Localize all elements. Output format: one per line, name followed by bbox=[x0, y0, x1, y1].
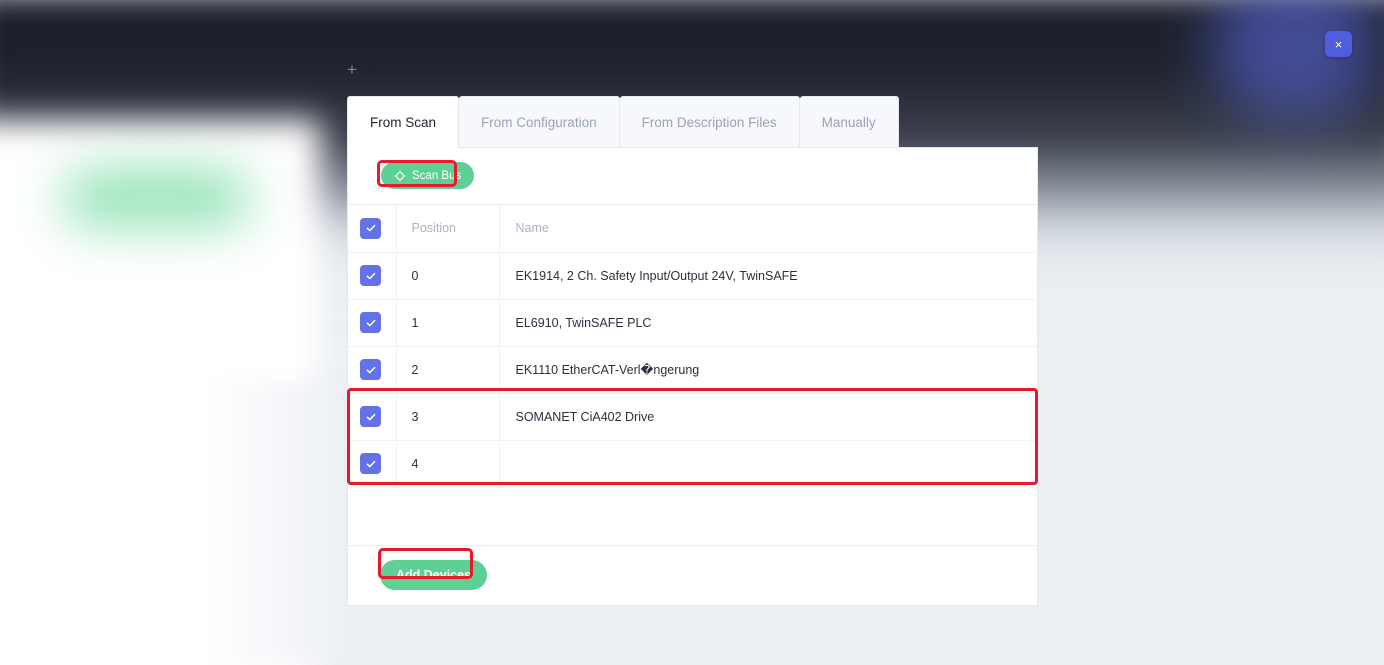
table-row[interactable]: 1 EL6910, TwinSAFE PLC bbox=[348, 299, 1037, 347]
row-name: SOMANET CiA402 Drive bbox=[499, 393, 1037, 441]
tab-manually[interactable]: Manually bbox=[799, 96, 899, 148]
row-select-cell bbox=[348, 299, 397, 347]
tab-from-description-files[interactable]: From Description Files bbox=[619, 96, 800, 148]
table-row[interactable]: 3 SOMANET CiA402 Drive bbox=[348, 393, 1037, 441]
page-title: + Add Devices bbox=[347, 56, 1038, 82]
tab-from-scan[interactable]: From Scan bbox=[347, 96, 460, 148]
row-name: EK1914, 2 Ch. Safety Input/Output 24V, T… bbox=[499, 252, 1037, 300]
row-select-cell bbox=[348, 440, 397, 488]
dialog-title-text: Add Devices bbox=[365, 60, 458, 78]
column-header-position[interactable]: Position bbox=[396, 205, 500, 253]
add-devices-label: Add Devices bbox=[396, 568, 472, 582]
row-position: 2 bbox=[396, 346, 500, 394]
row-checkbox[interactable] bbox=[360, 453, 381, 474]
row-name: EK1110 EtherCAT-Verl�ngerung bbox=[499, 346, 1037, 394]
row-position: 1 bbox=[396, 299, 500, 347]
row-checkbox[interactable] bbox=[360, 359, 381, 380]
column-header-name[interactable]: Name bbox=[499, 205, 1037, 253]
dialog-footer: Add Devices bbox=[348, 545, 1037, 605]
row-name bbox=[499, 440, 1037, 488]
row-checkbox[interactable] bbox=[360, 265, 381, 286]
app-root: × + Add Devices From Scan From Configura… bbox=[0, 0, 1384, 665]
scan-bus-button[interactable]: Scan Bus bbox=[381, 162, 475, 189]
dialog-body: Scan Bus Position Name 0 EK1914, 2 Ch. S… bbox=[347, 147, 1038, 606]
background-bottom-wash bbox=[0, 380, 330, 665]
table-row[interactable]: 4 bbox=[348, 440, 1037, 488]
row-position: 0 bbox=[396, 252, 500, 300]
table-header-row: Position Name bbox=[348, 205, 1037, 253]
close-button[interactable]: × bbox=[1325, 31, 1352, 57]
scan-crosshair-icon bbox=[394, 169, 406, 182]
row-select-cell bbox=[348, 393, 397, 441]
row-select-cell bbox=[348, 252, 397, 300]
row-position: 3 bbox=[396, 393, 500, 441]
row-checkbox[interactable] bbox=[360, 312, 381, 333]
devices-table: Position Name 0 EK1914, 2 Ch. Safety Inp… bbox=[348, 205, 1037, 488]
add-devices-button[interactable]: Add Devices bbox=[380, 560, 488, 590]
table-row[interactable]: 2 EK1110 EtherCAT-Verl�ngerung bbox=[348, 346, 1037, 394]
select-all-checkbox[interactable] bbox=[360, 217, 381, 239]
table-row[interactable]: 0 EK1914, 2 Ch. Safety Input/Output 24V,… bbox=[348, 252, 1037, 300]
row-position: 4 bbox=[396, 440, 500, 488]
tab-from-configuration[interactable]: From Configuration bbox=[459, 96, 620, 148]
close-icon: × bbox=[1334, 36, 1343, 52]
add-devices-dialog: + Add Devices From Scan From Configurati… bbox=[347, 56, 1038, 606]
tab-strip: From Scan From Configuration From Descri… bbox=[347, 96, 1038, 148]
table-empty-area bbox=[348, 487, 1037, 546]
toolbar: Scan Bus bbox=[348, 147, 1037, 205]
row-select-cell bbox=[348, 346, 397, 394]
row-name: EL6910, TwinSAFE PLC bbox=[499, 299, 1037, 347]
scan-bus-label: Scan Bus bbox=[412, 169, 462, 182]
select-all-cell bbox=[348, 205, 397, 253]
background-green-button-blur bbox=[62, 170, 250, 226]
plus-icon: + bbox=[347, 59, 357, 79]
row-checkbox[interactable] bbox=[360, 406, 381, 427]
